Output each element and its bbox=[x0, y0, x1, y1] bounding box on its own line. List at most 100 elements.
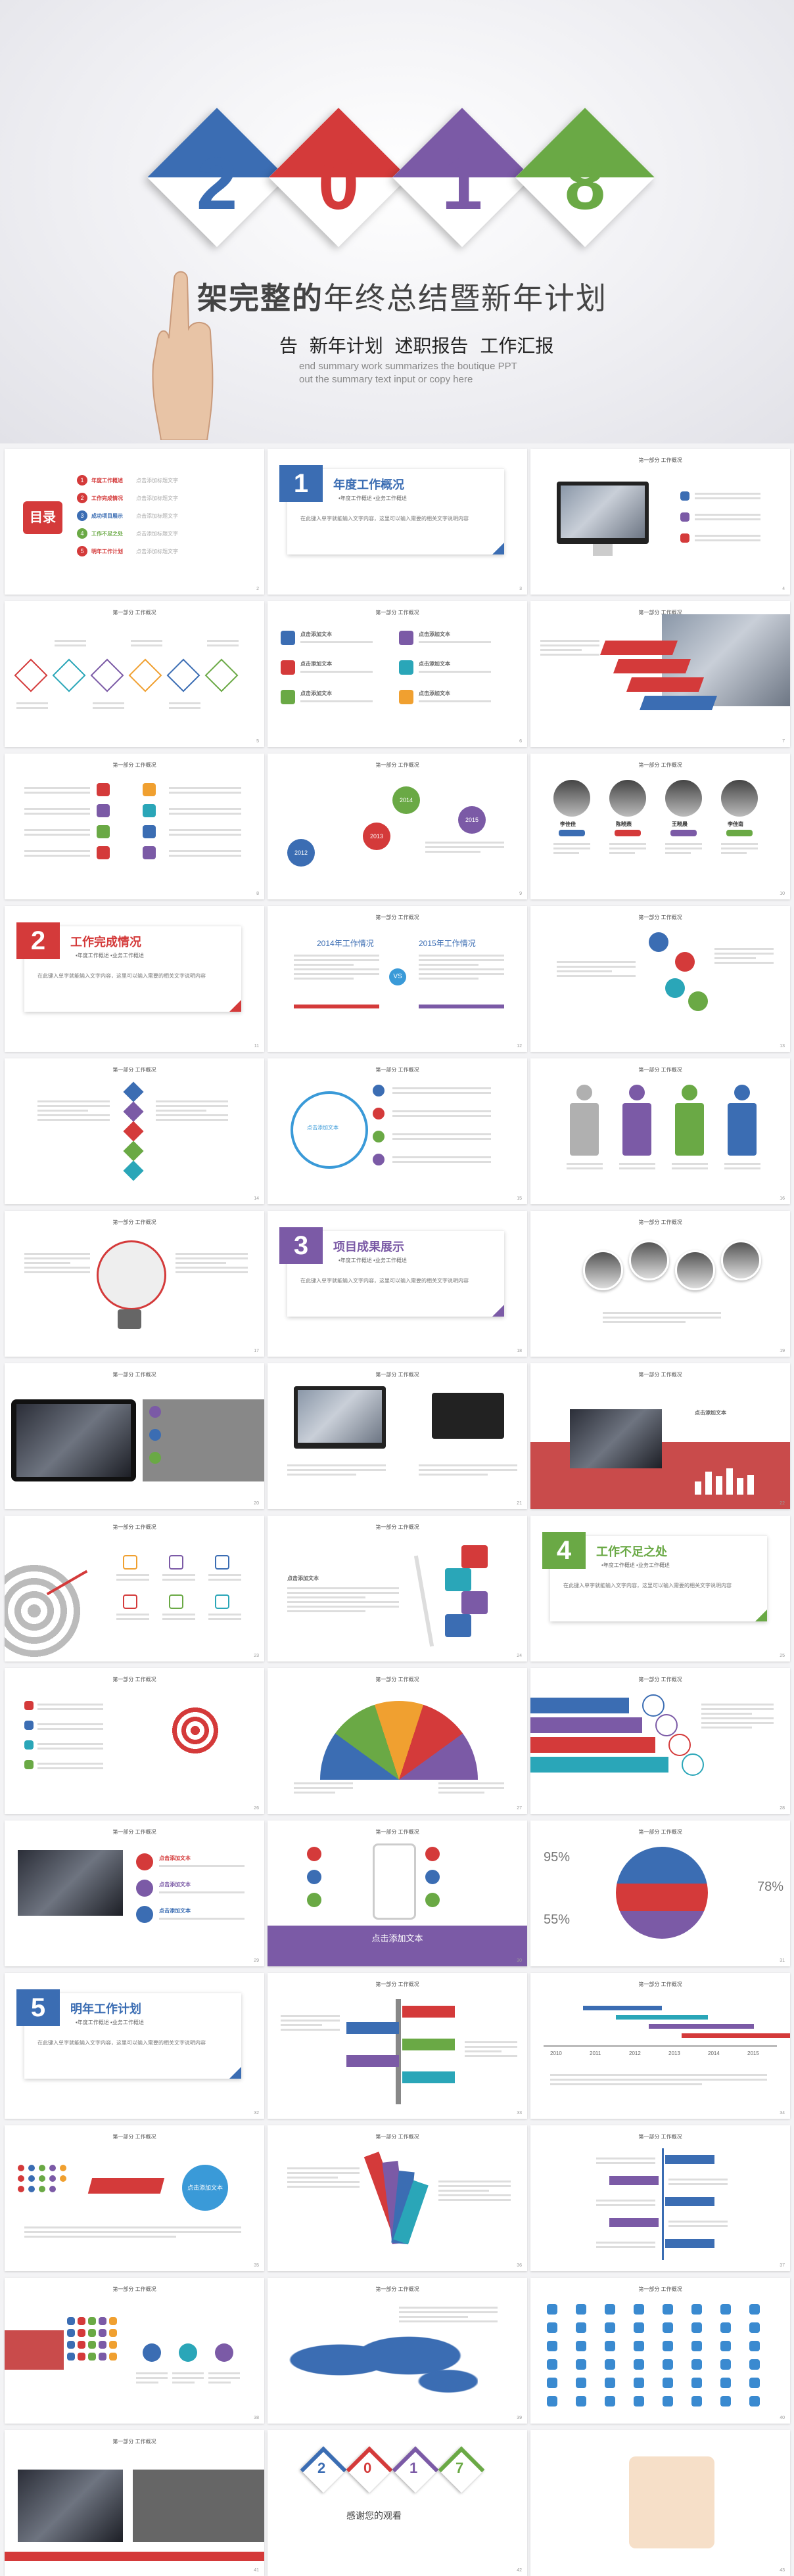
section-title: 工作不足之处 bbox=[596, 1545, 667, 1558]
text-line bbox=[281, 2015, 340, 2017]
text-line bbox=[609, 852, 636, 854]
text-lines bbox=[24, 826, 90, 838]
text-lines bbox=[287, 1585, 399, 1615]
icon-tile bbox=[605, 2396, 615, 2407]
slide-thumbnail[interactable]: 第一部分 工作概况 2012 2013 2014 2015 9 bbox=[268, 754, 527, 899]
text-line bbox=[672, 1167, 708, 1169]
slide-thumbnail[interactable]: 1 年度工作概况 •年度工作概述 •业务工作概述 在此键入单字就能输入文字内容，这里可… bbox=[268, 449, 527, 595]
bubble bbox=[28, 2175, 35, 2182]
year-diamond-2: 2 bbox=[147, 107, 287, 248]
slide-thumbnail[interactable]: 第一部分 工作概况 8 bbox=[5, 754, 264, 899]
slide-thumbnail[interactable]: 第一部分 工作概况 16 bbox=[530, 1058, 790, 1204]
text-line bbox=[419, 964, 479, 966]
slide-thumbnail[interactable]: 第一部分 工作概况 点击添加文本 30 bbox=[268, 1820, 527, 1966]
slide-title: 第一部分 工作概况 bbox=[112, 1372, 156, 1378]
text-line bbox=[37, 1704, 103, 1706]
slide-thumbnail[interactable]: 第一部分 工作概况 2010 2011 2012 2013 2014 2015 34 bbox=[530, 1973, 790, 2119]
slide-thumbnail[interactable]: 第一部分 工作概况 点击添加文本 24 bbox=[268, 1516, 527, 1661]
slide-thumbnail[interactable]: 目录 1 年度工作概述 点击添加标题文字 2 工作完成情况 点击添加标题文字 3 成功项目展示点… bbox=[5, 449, 264, 595]
text-line bbox=[169, 829, 241, 831]
text-line bbox=[438, 1782, 504, 1784]
slide-thumbnail[interactable]: 4 工作不足之处 •年度工作概述 •业务工作概述 在此键入单字就能输入文字内容，这里可… bbox=[530, 1516, 790, 1661]
text-line bbox=[438, 2194, 511, 2196]
slide-thumbnail[interactable]: 43 bbox=[530, 2430, 790, 2576]
section-banner: 1 年度工作概况 •年度工作概述 •业务工作概述 在此键入单字就能输入文字内容，这里可… bbox=[279, 465, 504, 554]
text-lines bbox=[24, 1250, 90, 1276]
text-line bbox=[300, 700, 373, 702]
section-number: 5 bbox=[16, 1989, 60, 2026]
slide-thumbnail[interactable]: 第一部分 工作概况 5 bbox=[5, 601, 264, 747]
slide-thumbnail[interactable]: 第一部分 工作概况 点击添加文本 点击添加文本 点击添加文本 点击添加文本 点击添加文本点… bbox=[268, 601, 527, 747]
slide-thumbnail[interactable]: 第一部分 工作概况 38 bbox=[5, 2278, 264, 2424]
slide-thumbnail[interactable]: 第一部分 工作概况 23 bbox=[5, 1516, 264, 1661]
slide-thumbnail[interactable]: 第一部分 工作概况 李佳佳 陈晓燕 王晓晨 李佳南 10 bbox=[530, 754, 790, 899]
text-lines bbox=[714, 945, 774, 966]
slide-thumbnail[interactable]: 第一部分 工作概况 点击添加文本 22 bbox=[530, 1363, 790, 1509]
text-lines bbox=[24, 784, 90, 796]
bubble bbox=[18, 2186, 24, 2192]
slide-thumbnail[interactable]: 第一部分 工作概况 点击添加文本 15 bbox=[268, 1058, 527, 1204]
slide-thumbnail[interactable]: 第一部分 工作概况 39 bbox=[268, 2278, 527, 2424]
icon-tile bbox=[634, 2322, 644, 2333]
signpost-pole bbox=[396, 1999, 401, 2104]
signpost-arrow bbox=[346, 2022, 399, 2034]
slide-thumbnail[interactable]: 第一部分 工作概况 17 bbox=[5, 1211, 264, 1357]
text-line bbox=[24, 1267, 90, 1269]
slide-thumbnail[interactable]: 第一部分 工作概况 37 bbox=[530, 2125, 790, 2271]
feature-icon bbox=[97, 825, 110, 838]
slide-thumbnail[interactable]: 5 明年工作计划 •年度工作概述 •业务工作概述 在此键入单字就能输入文字内容，这里可… bbox=[5, 1973, 264, 2119]
text-line bbox=[24, 2231, 241, 2233]
slide-thumbnail[interactable]: 2 0 1 7 感谢您的观看 42 bbox=[268, 2430, 527, 2576]
text-line bbox=[172, 2372, 204, 2374]
text-line bbox=[438, 2190, 489, 2192]
slide-thumbnail[interactable]: 第一部分 工作概况 95% 55% 78% 31 bbox=[530, 1820, 790, 1966]
slide-thumbnail[interactable]: 第一部分 工作概况 40 bbox=[530, 2278, 790, 2424]
text-line bbox=[695, 497, 760, 499]
slide-thumbnail[interactable]: 第一部分 工作概况 2014年工作情况 2015年工作情况 VS 12 bbox=[268, 906, 527, 1052]
text-lines bbox=[172, 2370, 204, 2386]
slide-thumbnail[interactable]: 第一部分 工作概况 33 bbox=[268, 1973, 527, 2119]
text-lines bbox=[16, 700, 48, 712]
icon-tile bbox=[691, 2341, 702, 2351]
feature-label: 点击添加文本 bbox=[300, 631, 332, 637]
slide-title: 第一部分 工作概况 bbox=[638, 915, 682, 920]
slide-thumbnail[interactable]: 2 工作完成情况 •年度工作概述 •业务工作概述 在此键入单字就能输入文字内容，这里可… bbox=[5, 906, 264, 1052]
list-dot bbox=[136, 1880, 153, 1897]
slide-page-number: 18 bbox=[517, 1349, 522, 1353]
project-photo bbox=[583, 1250, 623, 1290]
slide-thumbnail[interactable]: 第一部分 工作概况 点击添加文本 点击添加文本 点击添加文本 29 bbox=[5, 1820, 264, 1966]
slide-thumbnail[interactable]: 第一部分 工作概况 26 bbox=[5, 1668, 264, 1814]
slide-thumbnail[interactable]: 第一部分 工作概况 19 bbox=[530, 1211, 790, 1357]
slide-thumbnail[interactable]: 第一部分 工作概况 21 bbox=[268, 1363, 527, 1509]
icon-tile bbox=[663, 2341, 673, 2351]
text-line bbox=[294, 1792, 335, 1794]
slide-thumbnail[interactable]: 第一部分 工作概况 28 bbox=[530, 1668, 790, 1814]
text-line bbox=[172, 2382, 195, 2384]
slide-page-number: 9 bbox=[519, 892, 522, 896]
slide-thumbnail[interactable]: 第一部分 工作概况 41 bbox=[5, 2430, 264, 2576]
project-photo bbox=[721, 1240, 761, 1280]
slide-thumbnail[interactable]: 第一部分 工作概况 36 bbox=[268, 2125, 527, 2271]
text-line bbox=[207, 644, 239, 646]
slide-page-number: 25 bbox=[780, 1654, 785, 1658]
slide-thumbnail[interactable]: 第一部分 工作概况 点击添加文本 35 bbox=[5, 2125, 264, 2271]
icon-tile bbox=[749, 2378, 760, 2388]
slide-thumbnail[interactable]: 第一部分 工作概况 13 bbox=[530, 906, 790, 1052]
slide-thumbnail[interactable]: 第一部分 工作概况 7 bbox=[530, 601, 790, 747]
slide-page-number: 17 bbox=[254, 1349, 259, 1353]
text-line bbox=[701, 1708, 774, 1710]
slide-thumbnail[interactable]: 第一部分 工作概况 20 bbox=[5, 1363, 264, 1509]
slide-thumbnail[interactable]: 第一部分 工作概况 4 bbox=[530, 449, 790, 595]
hero-title-bold: 架完整的 bbox=[197, 281, 323, 315]
mini-icon bbox=[99, 2341, 106, 2349]
year-diamond-0: 0 bbox=[268, 107, 409, 248]
stacked-cube bbox=[461, 1545, 488, 1568]
text-lines bbox=[207, 637, 239, 649]
slide-thumbnail[interactable]: 第一部分 工作概况 14 bbox=[5, 1058, 264, 1204]
slide-thumbnail[interactable]: 第一部分 工作概况 27 bbox=[268, 1668, 527, 1814]
text-line bbox=[207, 640, 239, 642]
text-line bbox=[175, 1253, 248, 1255]
slide-thumbnail[interactable]: 3 项目成果展示 •年度工作概述 •业务工作概述 在此键入单字就能输入文字内容，这里可… bbox=[268, 1211, 527, 1357]
text-line bbox=[596, 2158, 655, 2159]
closing-photo bbox=[18, 2470, 123, 2542]
